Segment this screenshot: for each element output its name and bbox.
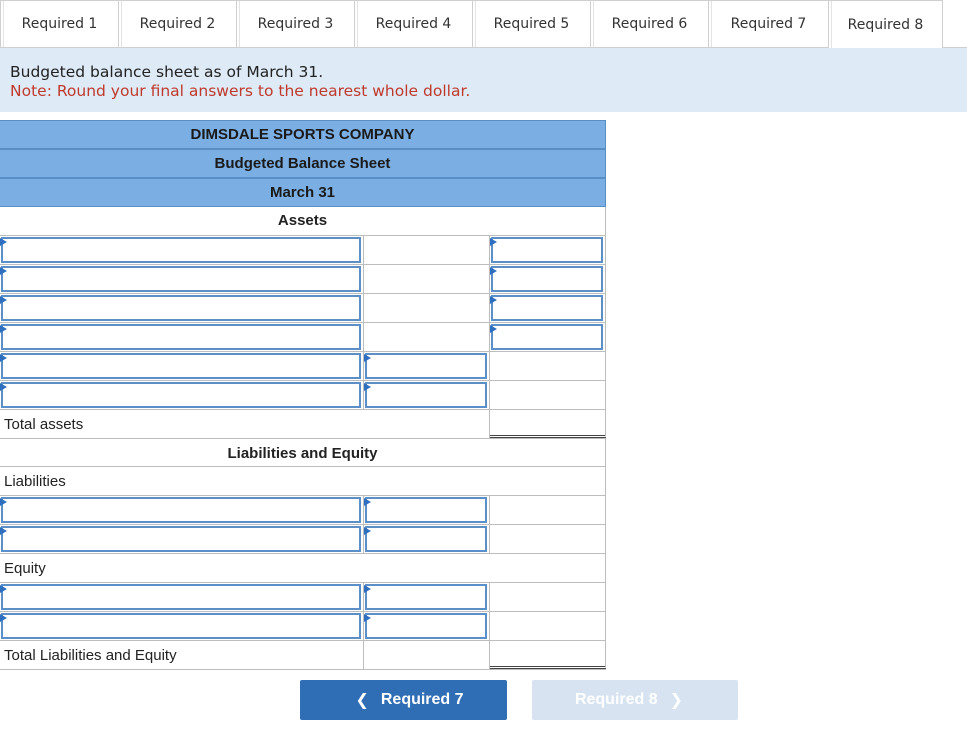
equity-row-2 — [0, 612, 606, 641]
equity-2-amount-input[interactable] — [365, 613, 487, 639]
dropdown-flag-icon — [490, 296, 497, 304]
asset-row-5 — [0, 352, 606, 381]
instruction-banner: Budgeted balance sheet as of March 31. N… — [0, 48, 967, 112]
total-le-value — [490, 641, 606, 669]
asset-1-amount-input[interactable] — [491, 237, 603, 263]
dropdown-flag-icon — [0, 296, 7, 304]
next-required-label: Required 8 — [574, 691, 658, 708]
asset-4-amount-input[interactable] — [491, 324, 603, 350]
dropdown-flag-icon — [0, 238, 7, 246]
liability-2-account-select[interactable] — [1, 526, 361, 552]
dropdown-flag-icon — [0, 527, 7, 535]
asset-2-amount-input[interactable] — [491, 266, 603, 292]
tab-required-5[interactable]: Required 5 — [472, 0, 590, 48]
tab-required-8[interactable]: Required 8 — [828, 0, 943, 48]
dropdown-flag-icon — [364, 498, 371, 506]
asset-2-account-select[interactable] — [1, 266, 361, 292]
liability-1-amount-input[interactable] — [365, 497, 487, 523]
liab-equity-heading-row: Liabilities and Equity — [0, 439, 606, 467]
total-le-label: Total Liabilities and Equity — [4, 647, 177, 664]
total-assets-label: Total assets — [4, 416, 84, 433]
dropdown-flag-icon — [364, 383, 371, 391]
asset-row-2 — [0, 265, 606, 294]
liability-row-2 — [0, 525, 606, 554]
dropdown-flag-icon — [364, 614, 371, 622]
equity-2-account-select[interactable] — [1, 613, 361, 639]
tab-required-2[interactable]: Required 2 — [118, 0, 236, 48]
asset-row-4 — [0, 323, 606, 352]
dropdown-flag-icon — [490, 325, 497, 333]
dropdown-flag-icon — [0, 585, 7, 593]
tab-required-1[interactable]: Required 1 — [0, 0, 118, 48]
rounding-note: Note: Round your final answers to the ne… — [10, 82, 471, 100]
equity-label-row: Equity — [0, 554, 606, 583]
next-required-button: Required 8 ❯ — [532, 680, 738, 720]
assets-heading: Assets — [277, 212, 328, 229]
instruction-text: Budgeted balance sheet as of March 31. — [10, 63, 324, 81]
tab-required-3[interactable]: Required 3 — [236, 0, 354, 48]
liability-row-1 — [0, 496, 606, 525]
asset-3-amount-input[interactable] — [491, 295, 603, 321]
equity-1-account-select[interactable] — [1, 584, 361, 610]
prev-required-label: Required 7 — [380, 691, 464, 708]
asset-4-account-select[interactable] — [1, 324, 361, 350]
sheet-date: March 31 — [0, 178, 606, 207]
chevron-right-icon: ❯ — [669, 692, 684, 709]
asset-row-1 — [0, 236, 606, 265]
dropdown-flag-icon — [0, 383, 7, 391]
liabilities-label-row: Liabilities — [0, 467, 606, 496]
dropdown-flag-icon — [490, 238, 497, 246]
tab-required-6[interactable]: Required 6 — [590, 0, 708, 48]
asset-3-account-select[interactable] — [1, 295, 361, 321]
dropdown-flag-icon — [490, 267, 497, 275]
tab-bar: Required 1 Required 2 Required 3 Require… — [0, 0, 967, 48]
total-assets-row: Total assets — [0, 410, 606, 439]
prev-required-button[interactable]: ❮ Required 7 — [300, 680, 507, 720]
company-name: DIMSDALE SPORTS COMPANY — [0, 120, 606, 149]
asset-1-account-select[interactable] — [1, 237, 361, 263]
dropdown-flag-icon — [0, 325, 7, 333]
asset-6-amount-input[interactable] — [365, 382, 487, 408]
dropdown-flag-icon — [364, 585, 371, 593]
liability-1-account-select[interactable] — [1, 497, 361, 523]
asset-6-account-select[interactable] — [1, 382, 361, 408]
total-assets-value — [490, 410, 606, 438]
total-le-row: Total Liabilities and Equity — [0, 641, 606, 670]
sheet-title: Budgeted Balance Sheet — [0, 149, 606, 178]
dropdown-flag-icon — [364, 354, 371, 362]
equity-1-amount-input[interactable] — [365, 584, 487, 610]
tab-required-4[interactable]: Required 4 — [354, 0, 472, 48]
asset-row-3 — [0, 294, 606, 323]
dropdown-flag-icon — [364, 527, 371, 535]
asset-row-6 — [0, 381, 606, 410]
asset-5-account-select[interactable] — [1, 353, 361, 379]
equity-row-1 — [0, 583, 606, 612]
liab-equity-heading: Liabilities and Equity — [227, 445, 378, 462]
dropdown-flag-icon — [0, 614, 7, 622]
dropdown-flag-icon — [0, 267, 7, 275]
chevron-left-icon: ❮ — [355, 692, 369, 709]
dropdown-flag-icon — [0, 354, 7, 362]
dropdown-flag-icon — [0, 498, 7, 506]
liabilities-label: Liabilities — [4, 473, 66, 490]
assets-heading-row: Assets — [0, 207, 606, 236]
liability-2-amount-input[interactable] — [365, 526, 487, 552]
equity-label: Equity — [4, 560, 46, 577]
asset-5-amount-input[interactable] — [365, 353, 487, 379]
tab-required-7[interactable]: Required 7 — [708, 0, 828, 48]
